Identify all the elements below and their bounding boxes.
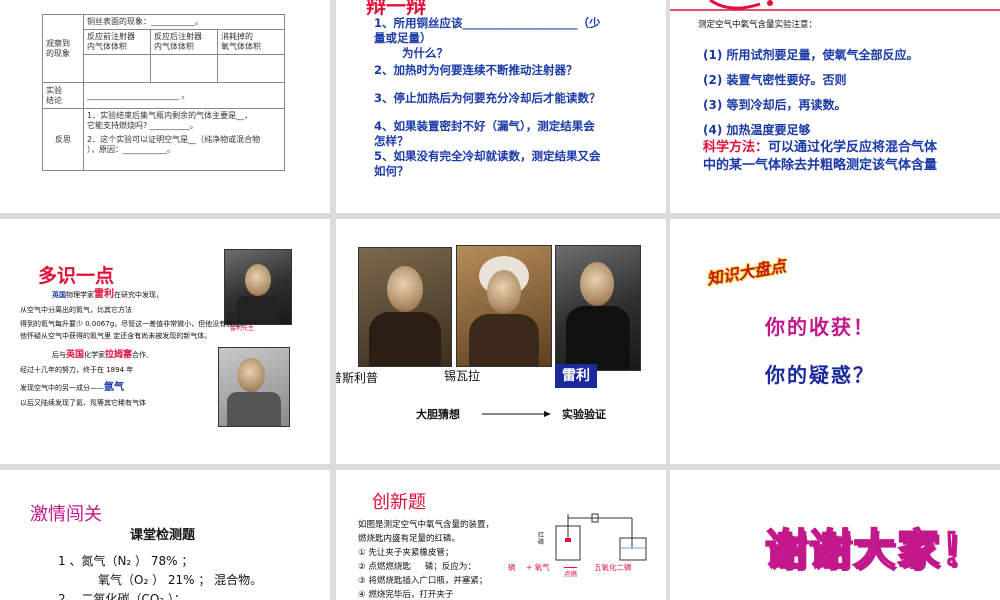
slide-8-innovation[interactable]: 创新题 如图是测定空气中氧气含量的装置， 燃烧匙内盛有足量的红磷。 ① 先让夹子… [336, 470, 666, 600]
slide-9-thanks[interactable]: 谢谢大家！ [670, 470, 1000, 600]
col-consumed-oxygen: 消耗掉的 氧气体体积 [217, 29, 285, 55]
question-5b: 如何？ [374, 164, 409, 178]
slide-title: 创新题 [372, 492, 426, 513]
question-1b: 量或足量） [374, 31, 432, 45]
apparatus-diagram [555, 513, 647, 561]
method-label: 科学方法： [703, 140, 769, 155]
observation-label: 观察到 的现象 [42, 14, 84, 83]
text-line-3: 得到的氮气每升要少 0.0067g，尽管这一差值非常微小，但他没有放过。 [20, 320, 248, 328]
problem-line-4b: 磷；反应为： [424, 562, 476, 572]
question-5a: 5、如果没有完全冷却就读数，测定结果又会 [374, 149, 601, 163]
copper-observation: 铜丝表面的现象：___________。 [83, 14, 285, 30]
slide-4-more-knowledge[interactable]: 多识一点 雷利先生 英国物理学家雷利在研究中发现， 从空气中分离出的氮气，比其它… [0, 219, 330, 464]
problem-line-5: ③ 将燃烧匙插入广口瓶，并塞紧； [358, 576, 488, 586]
answer-2: 氧气（O₂ ） 21% ； 混合物。 [98, 573, 263, 587]
text-line-8: 以后又陆续发现了氦、氖等其它稀有气体 [20, 398, 146, 407]
method-text: 可以通过化学反应将混合气体 [768, 140, 938, 155]
arrow-icon [482, 411, 551, 417]
name-priestley: 普斯利普 [336, 371, 379, 385]
text-physicist: 物理学家 [66, 291, 94, 299]
note-2: (2) 装置气密性要好。否则 [703, 73, 847, 87]
reflection-label: 反思 [42, 108, 84, 171]
quiz-subtitle: 课堂检测题 [130, 528, 196, 543]
slide-7-challenge[interactable]: 激情闯关 课堂检测题 1 、氮气（N₂ ） 78% ； 氧气（O₂ ） 21% … [0, 470, 330, 600]
answer-1: 1 、氮气（N₂ ） 78% ； [58, 554, 194, 568]
priestley-portrait [358, 247, 452, 367]
text-rayleigh: 雷利 [94, 289, 114, 300]
problem-line-1: 如图是测定空气中氧气含量的装置， [358, 520, 495, 530]
summary-banner: 知识大盘点 [705, 256, 788, 289]
text-line-2: 从空气中分离出的氮气，比其它方法 [20, 305, 132, 314]
equation-phosphorus: 磷 [508, 563, 516, 572]
question-2: 2、加热时为何要连续不断推动注射器？ [374, 63, 578, 77]
slide-3-notes[interactable]: 测定空气中氧气含量实验注意： (1) 所用试剂要足量，使氧气全部反应。 (2) … [670, 0, 1000, 213]
text-britain: 英国 [52, 291, 66, 299]
question-1c: 为什么？ [402, 46, 448, 60]
col-before-volume: 反应前注射器 内气体体积 [83, 29, 151, 55]
slide-1-experiment-table[interactable]: 观察到 的现象 铜丝表面的现象：___________。 反应前注射器 内气体体… [0, 0, 330, 213]
bold-guess-label: 大胆猜想 [416, 408, 460, 421]
slide-6-summary[interactable]: 知识大盘点 你的收获！ 你的疑惑？ [670, 219, 1000, 464]
name-lavoisier: 锡瓦拉 [444, 369, 481, 383]
text-britain-2: 英国 [66, 350, 85, 360]
text-chemist: 化学家 [84, 351, 106, 359]
equation-oxygen: + 氧气 [526, 563, 550, 572]
equation-product: 五氧化二磷 [594, 563, 632, 572]
text-discover: 发现空气中的另一成分—— [20, 384, 104, 392]
method-text-2: 中的某一气体除去并粗略测定该气体含量 [703, 158, 938, 173]
problem-line-4a: ② 点燃燃烧匙 [358, 562, 411, 572]
slide-5-scientists[interactable]: 普斯利普 锡瓦拉 雷利 大胆猜想 实验验证 [336, 219, 666, 464]
text-found: 在研究中发现， [114, 291, 163, 299]
name-rayleigh: 雷利 [555, 364, 597, 388]
red-phosphorus-label: 红磷 [538, 532, 545, 546]
note-3: (3) 等到冷却后，再读数。 [703, 98, 847, 112]
slide-title: 激情闯关 [30, 504, 102, 525]
experiment-verify-label: 实验验证 [562, 408, 606, 421]
slide-2-debate[interactable]: 辩一辩 1、所用铜丝应该____________________（少 量或足量）… [336, 0, 666, 213]
text-line-4: 他怀疑从空气中获得的氮气里 定还含有尚未被发现的新气体。 [20, 331, 212, 340]
question-3: 3、停止加热后为何要充分冷却后才能读数？ [374, 91, 601, 105]
notes-subtitle: 测定空气中氧气含量实验注意： [698, 20, 818, 30]
question-4b: 怎样？ [374, 134, 409, 148]
slide-title: 多识一点 [38, 265, 115, 287]
rayleigh-portrait [224, 249, 292, 325]
thanks-text: 谢谢大家！ [764, 524, 986, 575]
answer-3: 2 、二氧化碳（CO₂ ）； [58, 592, 186, 600]
question-1a: 1、所用铜丝应该____________________（少 [374, 16, 601, 30]
rayleigh-portrait-large [555, 245, 641, 371]
problem-line-2: 燃烧匙内盛有足量的红磷。 [358, 534, 461, 544]
problem-line-3: ① 先让夹子夹紧橡皮管； [358, 548, 454, 558]
your-doubts: 你的疑惑？ [765, 363, 875, 387]
text-cooperate: 合作, [132, 351, 149, 359]
lavoisier-portrait [456, 245, 552, 367]
reflection-2: 2．这个实验可以证明空气是__（纯净物或混合物 ），原因：___________… [87, 135, 261, 154]
reflection-1: 1．实验结束后集气瓶内剩余的气体主要是__， 它能支持燃烧吗? ________… [87, 111, 253, 130]
text-later: 后与 [52, 351, 66, 359]
conclusion-label: 实验 结论 [42, 82, 84, 109]
title-decoration [670, 0, 1000, 11]
your-gains: 你的收获！ [765, 315, 875, 339]
problem-line-6: ④ 燃烧完毕后，打开夹子 [358, 590, 454, 600]
text-line-6: 经过十几年的努力，终于在 1894 年 [20, 365, 134, 374]
note-1: (1) 所用试剂要足量，使氧气全部反应。 [703, 48, 919, 62]
ramsay-portrait [218, 347, 290, 427]
experiment-table: 观察到 的现象 铜丝表面的现象：___________。 反应前注射器 内气体体… [42, 14, 285, 171]
col-after-volume: 反应后注射器 内气体体积 [150, 29, 218, 55]
text-argon: 氩气 [104, 382, 124, 393]
equation-ignite: 点燃 [564, 567, 577, 578]
question-4a: 4、如果装置密封不好（漏气），测定结果会 [374, 119, 595, 133]
conclusion-blank: _______________________ 。 [83, 82, 285, 109]
text-ramsay: 拉姆塞 [105, 350, 133, 360]
